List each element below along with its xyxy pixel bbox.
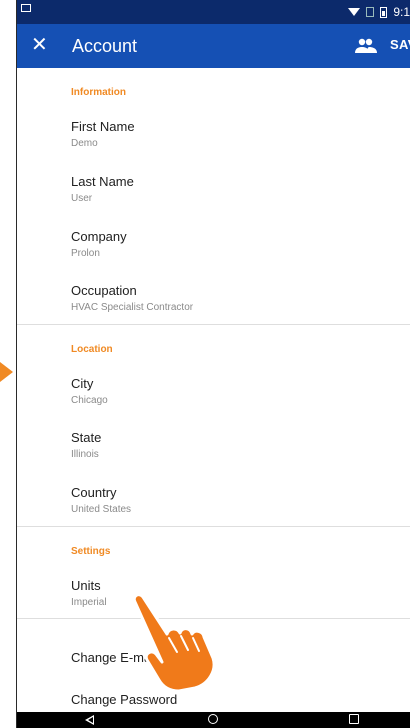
item-title: Company: [71, 229, 127, 244]
status-indicators: 9:1: [348, 4, 410, 20]
item-title: Country: [71, 485, 117, 500]
item-title: Units: [71, 578, 101, 593]
recent-apps-icon[interactable]: [349, 714, 359, 724]
list-item-units[interactable]: Units Imperial: [71, 578, 107, 610]
close-button[interactable]: ✕: [31, 34, 48, 56]
item-title: Last Name: [71, 174, 134, 189]
item-value: Demo: [71, 138, 98, 149]
home-icon[interactable]: [208, 714, 218, 724]
item-value: Imperial: [71, 597, 107, 608]
status-bar: 9:1: [17, 0, 410, 24]
list-item-state[interactable]: State Illinois: [71, 430, 101, 462]
navigation-bar: [17, 712, 410, 728]
tap-hand-icon: [132, 593, 216, 693]
item-value: Chicago: [71, 395, 108, 406]
back-icon-inner: [88, 717, 93, 723]
item-value: United States: [71, 504, 132, 515]
list-item-company[interactable]: Company Prolon: [71, 229, 127, 261]
section-divider: [17, 324, 410, 325]
section-header-information: Information: [71, 87, 126, 98]
screenshot-notification-icon: [21, 4, 31, 12]
status-time: 9:1: [393, 5, 410, 19]
item-title: Occupation: [71, 283, 137, 298]
item-value: User: [71, 193, 93, 204]
wifi-icon: [348, 8, 361, 16]
item-value: HVAC Specialist Contractor: [71, 302, 194, 313]
battery-icon: [380, 6, 388, 18]
people-icon[interactable]: [355, 38, 377, 54]
list-item-country[interactable]: Country United States: [71, 485, 131, 517]
app-bar: ✕ Account SAV: [17, 24, 410, 68]
section-header-settings: Settings: [71, 546, 111, 557]
phone-screen: 9:1 ✕ Account SAV Information First Name…: [17, 0, 410, 728]
list-item-last-name[interactable]: Last Name User: [71, 174, 134, 206]
save-button[interactable]: SAV: [390, 37, 410, 52]
page-title: Account: [72, 36, 138, 56]
item-value: Prolon: [71, 248, 100, 259]
list-item-occupation[interactable]: Occupation HVAC Specialist Contractor: [71, 283, 193, 315]
item-value: Illinois: [71, 449, 99, 460]
list-item-first-name[interactable]: First Name Demo: [71, 119, 135, 151]
item-title: First Name: [71, 119, 135, 134]
orange-pointer-arrow-icon: [0, 362, 13, 382]
list-item-city[interactable]: City Chicago: [71, 376, 108, 408]
section-divider: [17, 526, 410, 527]
item-title: State: [71, 430, 102, 445]
section-header-location: Location: [71, 344, 113, 355]
no-sim-icon: [366, 7, 375, 17]
item-title: City: [71, 376, 94, 391]
